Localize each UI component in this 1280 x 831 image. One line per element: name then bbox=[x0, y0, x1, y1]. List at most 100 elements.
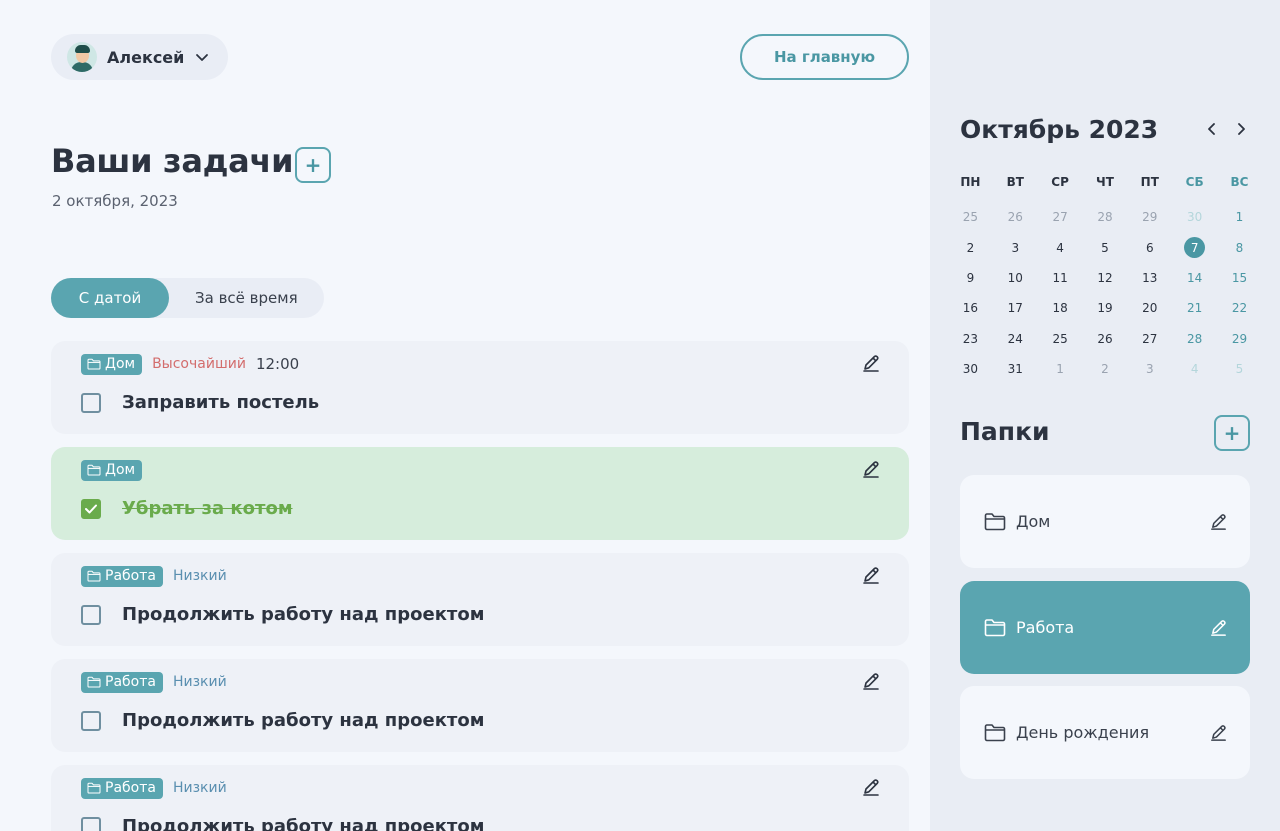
home-button[interactable]: На главную bbox=[740, 34, 909, 80]
calendar-day[interactable]: 2 bbox=[1083, 362, 1128, 376]
calendar-day[interactable]: 9 bbox=[948, 271, 993, 285]
calendar-day[interactable]: 22 bbox=[1217, 301, 1262, 315]
folder-icon bbox=[87, 464, 101, 476]
page-title: Ваши задачи bbox=[51, 142, 294, 180]
calendar-day-number: 12 bbox=[1097, 270, 1113, 285]
calendar-day[interactable]: 12 bbox=[1083, 271, 1128, 285]
calendar-day-number: 6 bbox=[1145, 240, 1154, 255]
calendar-day[interactable]: 24 bbox=[993, 332, 1038, 346]
task-card[interactable]: Работа Низкий Продолжить работу над проект… bbox=[51, 553, 909, 646]
calendar-day-number: 21 bbox=[1187, 301, 1203, 316]
calendar-day[interactable]: 14 bbox=[1172, 271, 1217, 285]
calendar-day[interactable]: 19 bbox=[1083, 301, 1128, 315]
tab-all-time[interactable]: За всё время bbox=[169, 278, 324, 318]
calendar-day-number: 23 bbox=[962, 331, 979, 346]
calendar-day[interactable]: 2 bbox=[948, 241, 993, 255]
calendar-day[interactable]: 27 bbox=[1127, 332, 1172, 346]
add-task-button[interactable]: + bbox=[295, 147, 331, 183]
edit-icon[interactable] bbox=[1209, 723, 1228, 742]
folder-tag-label: Работа bbox=[105, 674, 156, 690]
edit-icon[interactable] bbox=[861, 353, 881, 373]
next-month-button[interactable] bbox=[1230, 118, 1252, 140]
calendar-day[interactable]: 11 bbox=[1038, 271, 1083, 285]
edit-icon[interactable] bbox=[861, 459, 881, 479]
calendar-day[interactable]: 13 bbox=[1127, 271, 1172, 285]
calendar-day[interactable]: 4 bbox=[1172, 362, 1217, 376]
task-checkbox[interactable] bbox=[81, 499, 101, 519]
calendar-day[interactable]: 21 bbox=[1172, 301, 1217, 315]
calendar-day[interactable]: 17 bbox=[993, 301, 1038, 315]
calendar-day[interactable]: 26 bbox=[1083, 332, 1128, 346]
calendar-day[interactable]: 3 bbox=[1127, 362, 1172, 376]
calendar-day-number: 30 bbox=[962, 362, 979, 377]
task-title: Продолжить работу над проектом bbox=[122, 710, 485, 731]
calendar-day[interactable]: 18 bbox=[1038, 301, 1083, 315]
edit-icon[interactable] bbox=[861, 671, 881, 691]
calendar-day-number: 1 bbox=[1056, 362, 1064, 377]
calendar-day[interactable]: 8 bbox=[1217, 241, 1262, 255]
add-folder-button[interactable]: + bbox=[1214, 415, 1250, 451]
task-card[interactable]: Дом Убрать за котом bbox=[51, 447, 909, 540]
folder-tag: Работа bbox=[81, 565, 163, 587]
calendar-day-number: 14 bbox=[1187, 270, 1203, 285]
calendar-day[interactable]: 4 bbox=[1038, 241, 1083, 255]
priority-label: Низкий bbox=[172, 780, 227, 796]
task-checkbox[interactable] bbox=[81, 711, 101, 731]
calendar-day-number: 16 bbox=[962, 301, 979, 316]
calendar-day[interactable]: 5 bbox=[1217, 362, 1262, 376]
task-card[interactable]: Дом Высочайший 12:00 Заправить постель bbox=[51, 341, 909, 434]
tab-with-date[interactable]: С датой bbox=[51, 278, 169, 318]
calendar-day[interactable]: 26 bbox=[993, 210, 1038, 224]
calendar-day-number: 19 bbox=[1097, 301, 1113, 316]
calendar-day[interactable]: 1 bbox=[1217, 210, 1262, 224]
calendar-day[interactable]: 28 bbox=[1083, 210, 1128, 224]
folders-title: Папки bbox=[960, 417, 1050, 446]
calendar-day[interactable]: 29 bbox=[1127, 210, 1172, 224]
calendar-day[interactable]: 6 bbox=[1127, 241, 1172, 255]
calendar-day-number: 5 bbox=[1101, 240, 1109, 255]
calendar-day-selected[interactable]: 7 bbox=[1172, 237, 1217, 259]
calendar-day-number: 10 bbox=[1007, 270, 1023, 285]
calendar-day[interactable]: 15 bbox=[1217, 271, 1262, 285]
folder-icon bbox=[984, 512, 1006, 531]
calendar-day[interactable]: 3 bbox=[993, 241, 1038, 255]
task-checkbox[interactable] bbox=[81, 393, 101, 413]
task-card[interactable]: Работа Низкий Продолжить работу над проект… bbox=[51, 765, 909, 831]
calendar-day[interactable]: 27 bbox=[1038, 210, 1083, 224]
calendar-day[interactable]: 20 bbox=[1127, 301, 1172, 315]
calendar-day[interactable]: 25 bbox=[948, 210, 993, 224]
calendar-day[interactable]: 30 bbox=[1172, 210, 1217, 224]
folder-tag-label: Работа bbox=[105, 780, 156, 796]
calendar-day-number: 7 bbox=[1184, 237, 1206, 259]
folder-item[interactable]: День рождения bbox=[960, 686, 1250, 779]
edit-icon[interactable] bbox=[1209, 512, 1228, 531]
calendar-week: 9 10 11 12 13 14 15 bbox=[948, 263, 1262, 293]
calendar-day[interactable]: 30 bbox=[948, 362, 993, 376]
calendar-day[interactable]: 16 bbox=[948, 301, 993, 315]
task-checkbox[interactable] bbox=[81, 605, 101, 625]
calendar-day[interactable]: 23 bbox=[948, 332, 993, 346]
edit-icon[interactable] bbox=[861, 565, 881, 585]
task-card[interactable]: Работа Низкий Продолжить работу над проект… bbox=[51, 659, 909, 752]
folder-item[interactable]: Дом bbox=[960, 475, 1250, 568]
task-meta: Работа Низкий bbox=[81, 565, 227, 587]
task-checkbox[interactable] bbox=[81, 817, 101, 831]
calendar-day[interactable]: 5 bbox=[1083, 241, 1128, 255]
task-title: Убрать за котом bbox=[122, 498, 293, 519]
calendar-day[interactable]: 28 bbox=[1172, 332, 1217, 346]
calendar-day[interactable]: 10 bbox=[993, 271, 1038, 285]
calendar-day[interactable]: 25 bbox=[1038, 332, 1083, 346]
task-title: Продолжить работу над проектом bbox=[122, 604, 485, 625]
edit-icon[interactable] bbox=[1209, 618, 1228, 637]
calendar-day[interactable]: 31 bbox=[993, 362, 1038, 376]
folder-icon bbox=[87, 358, 101, 370]
weekday-label: СР bbox=[1051, 175, 1069, 189]
folder-item[interactable]: Работа bbox=[960, 581, 1250, 674]
task-meta: Работа Низкий bbox=[81, 671, 227, 693]
edit-icon[interactable] bbox=[861, 777, 881, 797]
prev-month-button[interactable] bbox=[1201, 118, 1223, 140]
calendar-day[interactable]: 1 bbox=[1038, 362, 1083, 376]
calendar-day[interactable]: 29 bbox=[1217, 332, 1262, 346]
user-menu[interactable]: Алексей bbox=[51, 34, 229, 80]
calendar-day-number: 26 bbox=[1007, 210, 1023, 225]
